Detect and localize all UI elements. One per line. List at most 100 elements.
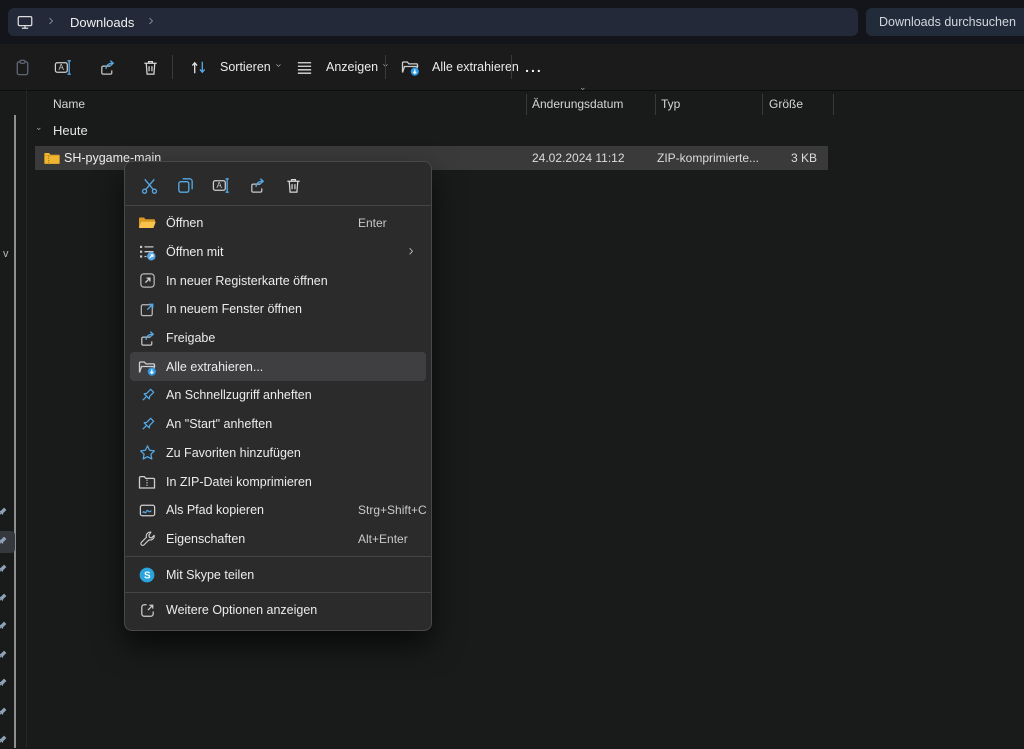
sort-button[interactable]: Sortieren xyxy=(182,51,288,83)
context-menu-quick-actions: A xyxy=(125,168,431,202)
menu-item-label: An Schnellzugriff anheften xyxy=(166,388,312,402)
context-menu-item-in-zip-datei-komprimieren[interactable]: In ZIP-Datei komprimieren xyxy=(125,467,431,496)
context-menu-item-mit-skype-teilen[interactable]: S Mit Skype teilen xyxy=(125,560,431,589)
rename-button[interactable]: A xyxy=(47,51,79,83)
chevron-down-icon[interactable] xyxy=(36,126,46,136)
chevron-right-icon[interactable] xyxy=(142,16,162,28)
context-menu-item-als-pfad-kopieren[interactable]: Als Pfad kopierenStrg+Shift+C xyxy=(125,496,431,525)
share-button[interactable] xyxy=(239,170,275,200)
pinned-item-pin-icon[interactable] xyxy=(0,648,10,664)
rename-icon: A xyxy=(211,176,231,195)
pinned-item-pin-icon[interactable] xyxy=(0,591,10,607)
pinned-item-pin-icon[interactable] xyxy=(0,505,10,521)
column-header-type[interactable]: Typ xyxy=(661,97,680,111)
menu-item-label: Weitere Optionen anzeigen xyxy=(166,603,317,617)
view-icon xyxy=(288,58,320,77)
menu-item-label: Zu Favoriten hinzufügen xyxy=(166,446,301,460)
title-bar: Downloads Downloads durchsuchen xyxy=(0,0,1024,44)
menu-item-label: Öffnen xyxy=(166,216,203,230)
toolbar-divider xyxy=(511,55,512,79)
delete-button[interactable] xyxy=(275,170,311,200)
address-bar[interactable]: Downloads xyxy=(8,8,858,36)
zip-folder-icon xyxy=(43,149,61,167)
context-menu-item-zu-favoriten-hinzufügen[interactable]: Zu Favoriten hinzufügen xyxy=(125,439,431,468)
context-menu-item-öffnen[interactable]: Öffnen Enter xyxy=(125,209,431,238)
context-menu-item-eigenschaften[interactable]: EigenschaftenAlt+Enter xyxy=(125,525,431,554)
context-menu-item-öffnen-mit[interactable]: Öffnen mit xyxy=(125,238,431,267)
chevron-down-icon xyxy=(275,62,288,73)
sort-icon xyxy=(182,58,214,77)
share-icon xyxy=(137,329,157,348)
context-menu-item-an-schnellzugriff-anheften[interactable]: An Schnellzugriff anheften xyxy=(125,381,431,410)
file-modified-date: 24.02.2024 11:12 xyxy=(532,151,625,165)
sort-indicator-icon xyxy=(580,86,590,96)
folder-open-icon xyxy=(137,213,157,233)
nav-item-label-fragment: v xyxy=(3,248,9,260)
pin-icon xyxy=(137,386,157,405)
paste-icon xyxy=(6,58,38,77)
menu-item-label: In neuer Registerkarte öffnen xyxy=(166,274,328,288)
ellipsis-icon: ... xyxy=(525,59,543,75)
pin-icon xyxy=(137,415,157,434)
context-menu-item-an-start-anheften[interactable]: An "Start" anheften xyxy=(125,410,431,439)
share-button[interactable] xyxy=(91,51,123,83)
column-separator[interactable] xyxy=(833,94,834,115)
command-toolbar: A Sortieren Anzeigen Alle extrahieren ..… xyxy=(0,44,1024,91)
extract-icon xyxy=(394,57,426,77)
share-icon xyxy=(91,58,123,77)
submenu-chevron-icon xyxy=(406,246,419,259)
context-menu-item-in-neuer-registerkarte-öffnen[interactable]: In neuer Registerkarte öffnen xyxy=(125,266,431,295)
context-menu-item-alle-extrahieren[interactable]: Alle extrahieren... xyxy=(130,352,426,381)
pane-divider xyxy=(26,90,27,748)
share-icon xyxy=(248,176,267,195)
new-window-icon xyxy=(137,300,157,319)
menu-item-label: Öffnen mit xyxy=(166,245,223,259)
wrench-icon xyxy=(137,529,157,548)
column-header-modified[interactable]: Änderungsdatum xyxy=(532,97,623,111)
copy-icon xyxy=(176,176,195,195)
context-menu-item-freigabe[interactable]: Freigabe xyxy=(125,324,431,353)
breadcrumb-downloads[interactable]: Downloads xyxy=(62,15,142,30)
pinned-item-pin-icon[interactable] xyxy=(0,676,10,692)
pinned-item-pin-icon[interactable] xyxy=(0,562,10,578)
column-header-size[interactable]: Größe xyxy=(769,97,803,111)
skype-icon: S xyxy=(137,566,157,584)
cut-button[interactable] xyxy=(131,170,167,200)
copy-path-icon xyxy=(137,501,157,520)
this-pc-icon[interactable] xyxy=(8,13,42,31)
svg-text:A: A xyxy=(216,181,222,190)
rename-button[interactable]: A xyxy=(203,170,239,200)
extract-all-button[interactable]: Alle extrahieren xyxy=(394,51,523,83)
menu-separator xyxy=(125,592,431,593)
star-icon xyxy=(137,443,157,462)
copy-button[interactable] xyxy=(167,170,203,200)
context-menu: A Öffnen Enter Öffnen mit In neuer Register… xyxy=(124,161,432,631)
pinned-item-pin-icon[interactable] xyxy=(0,705,10,721)
pinned-item-pin-icon[interactable] xyxy=(0,534,10,550)
menu-item-label: In ZIP-Datei komprimieren xyxy=(166,475,312,489)
column-separator[interactable] xyxy=(526,94,527,115)
rename-icon: A xyxy=(47,58,79,77)
paste-button xyxy=(6,51,38,83)
pinned-item-pin-icon[interactable] xyxy=(0,733,10,749)
group-row-today[interactable]: Heute xyxy=(36,123,88,138)
extract-label: Alle extrahieren xyxy=(426,60,523,74)
pinned-item-pin-icon[interactable] xyxy=(0,619,10,635)
shortcut-label: Enter xyxy=(358,216,387,230)
search-input[interactable]: Downloads durchsuchen xyxy=(866,8,1024,36)
new-tab-icon xyxy=(137,271,157,290)
menu-item-label: Als Pfad kopieren xyxy=(166,503,264,517)
file-size: 3 KB xyxy=(735,151,817,165)
context-menu-item-weitere-optionen-anzeigen[interactable]: Weitere Optionen anzeigen xyxy=(125,596,431,625)
menu-item-label: Mit Skype teilen xyxy=(166,568,254,582)
view-button[interactable]: Anzeigen xyxy=(288,51,395,83)
chevron-right-icon[interactable] xyxy=(42,16,62,28)
see-more-button[interactable]: ... xyxy=(518,51,550,83)
context-menu-item-in-neuem-fenster-öffnen[interactable]: In neuem Fenster öffnen xyxy=(125,295,431,324)
svg-text:S: S xyxy=(144,570,151,581)
column-separator[interactable] xyxy=(655,94,656,115)
column-header-name[interactable]: Name xyxy=(53,97,85,111)
column-separator[interactable] xyxy=(762,94,763,115)
delete-button[interactable] xyxy=(134,51,166,83)
nav-scrollbar[interactable] xyxy=(14,115,16,748)
